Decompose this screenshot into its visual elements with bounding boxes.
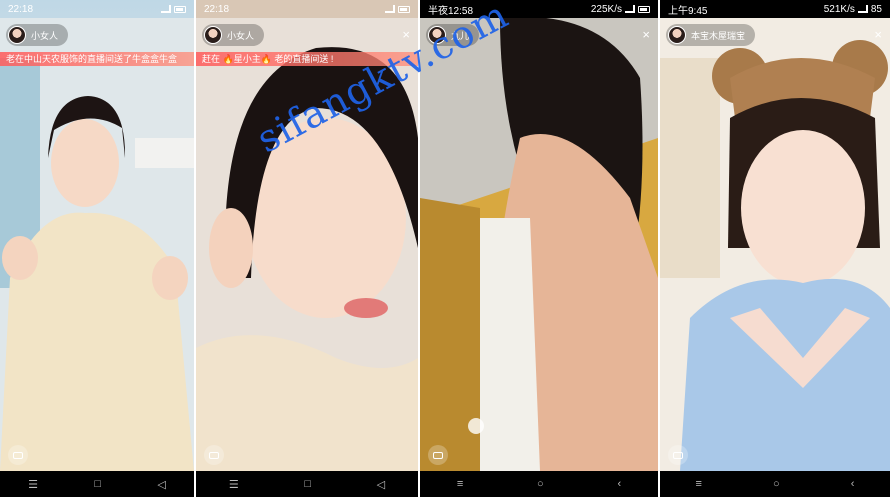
- back-nav-button[interactable]: ‹: [617, 478, 621, 490]
- streamer-badge[interactable]: 小女人: [202, 24, 265, 46]
- stream-panel-1: 22:18 小女人 老在中山天农服饰的直播间送了牛盒盒牛盒 ☰ □ ◁: [0, 0, 194, 497]
- back-nav-button[interactable]: ‹: [851, 478, 855, 490]
- menu-nav-button[interactable]: ≡: [696, 478, 702, 490]
- video-frame: [420, 16, 658, 471]
- battery-icon: [638, 5, 650, 13]
- gift-ticker: 老在中山天农服饰的直播间送了牛盒盒牛盒: [0, 52, 194, 66]
- status-icons: [385, 5, 410, 13]
- status-time: 22:18: [8, 3, 34, 15]
- status-bar: 22:18: [196, 0, 418, 18]
- avatar: [204, 26, 222, 44]
- chat-button[interactable]: [668, 445, 688, 465]
- video-frame: [0, 18, 194, 471]
- video-feed[interactable]: [420, 16, 658, 471]
- menu-nav-button[interactable]: ≡: [457, 478, 463, 490]
- status-bar: 上午9:45 521K/s 85: [660, 0, 890, 18]
- back-nav-button[interactable]: ◁: [157, 478, 165, 491]
- menu-nav-button[interactable]: ☰: [28, 478, 38, 491]
- status-time: 上午9:45: [668, 5, 708, 17]
- nav-bar: ≡ ○ ‹: [420, 471, 658, 497]
- close-button[interactable]: ×: [874, 27, 882, 42]
- avatar: [8, 26, 26, 44]
- signal-icon: [857, 5, 868, 13]
- network-speed: 521K/s: [823, 3, 855, 15]
- close-button[interactable]: ×: [642, 27, 650, 42]
- chat-button[interactable]: [428, 445, 448, 465]
- panel-divider: [194, 0, 196, 497]
- streamer-badge[interactable]: 小女人: [6, 24, 69, 46]
- status-icons: 521K/s 85: [824, 4, 882, 15]
- avatar: [668, 26, 686, 44]
- video-feed[interactable]: [0, 18, 194, 471]
- chat-icon: [209, 451, 219, 459]
- home-nav-button[interactable]: □: [304, 478, 311, 490]
- back-nav-button[interactable]: ◁: [377, 478, 385, 491]
- signal-icon: [385, 5, 395, 13]
- panel-divider: [658, 0, 660, 497]
- signal-icon: [161, 5, 171, 13]
- battery-icon: [398, 5, 410, 13]
- streamer-name: 小女人: [227, 30, 255, 41]
- nav-bar: ≡ ○ ‹: [660, 471, 890, 497]
- home-nav-button[interactable]: ○: [773, 478, 780, 490]
- stream-panel-3: 半夜12:58 225K/s 九儿 × ≡ ○ ‹: [420, 0, 658, 497]
- menu-nav-button[interactable]: ☰: [229, 478, 239, 491]
- network-speed: 225K/s: [590, 3, 622, 15]
- home-nav-button[interactable]: □: [94, 478, 101, 490]
- signal-icon: [625, 5, 635, 13]
- chat-button[interactable]: [204, 445, 224, 465]
- chat-icon: [433, 451, 443, 459]
- streamer-badge[interactable]: 本宝木屋瑞宝: [666, 24, 756, 46]
- streamer-name: 本宝木屋瑞宝: [691, 30, 746, 41]
- stream-panel-4: 上午9:45 521K/s 85 本宝木屋瑞宝 × ≡ ○ ‹: [660, 0, 890, 497]
- status-time: 22:18: [204, 3, 230, 15]
- status-icons: [161, 5, 186, 13]
- home-nav-button[interactable]: ○: [537, 478, 544, 490]
- nav-bar: ☰ □ ◁: [0, 471, 194, 497]
- streamer-name: 小女人: [31, 30, 59, 41]
- video-frame: [660, 18, 890, 471]
- chat-icon: [673, 451, 683, 459]
- status-bar: 22:18: [0, 0, 194, 18]
- battery-level: 85: [870, 3, 882, 15]
- chat-button[interactable]: [8, 445, 28, 465]
- battery-icon: [174, 5, 186, 13]
- nav-bar: ☰ □ ◁: [196, 471, 418, 497]
- status-icons: 225K/s: [591, 4, 650, 15]
- video-feed[interactable]: [660, 18, 890, 471]
- chat-icon: [13, 451, 23, 459]
